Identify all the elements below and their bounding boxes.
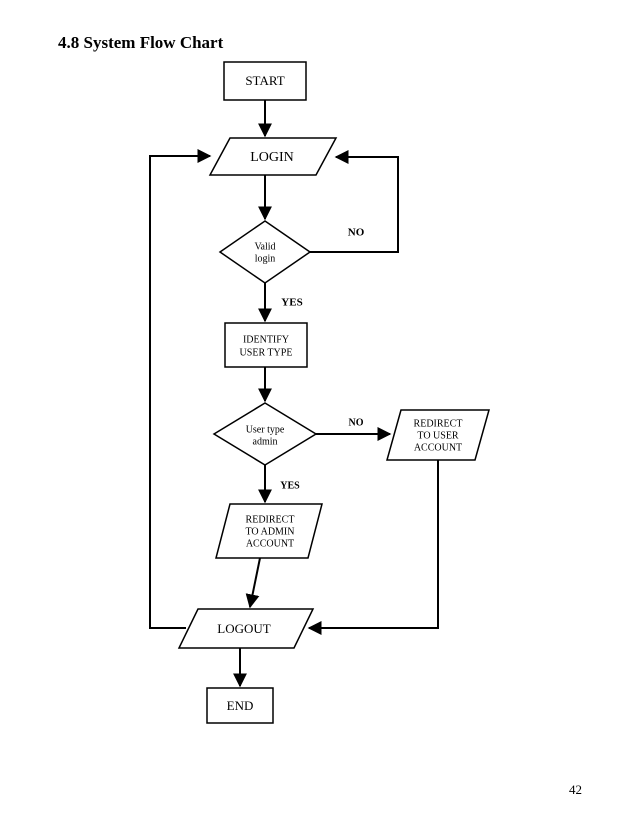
logout-label: LOGOUT [217,621,270,636]
redirect-admin-l3: ACCOUNT [246,538,294,549]
end-label: END [227,698,254,713]
no-label-2: NO [349,417,364,428]
flowchart-svg: START LOGIN Valid login NO YES IDENTIFY … [0,0,638,826]
redirect-user-l2: TO USER [417,430,459,441]
valid-login-l2: login [255,253,276,264]
usertype-l1: User type [246,424,285,435]
edge-redirectuser-logout [309,460,438,628]
login-label: LOGIN [250,150,294,165]
redirect-admin-l1: REDIRECT [246,514,295,525]
start-label: START [245,73,284,88]
yes-label-2: YES [280,480,300,491]
yes-label-1: YES [281,297,302,309]
valid-login-l1: Valid [254,241,275,252]
redirect-user-l1: REDIRECT [414,418,463,429]
edge-logout-login [150,156,210,628]
identify-l1: IDENTIFY [243,334,289,345]
no-label-1: NO [348,227,365,239]
usertype-l2: admin [253,436,278,447]
redirect-admin-l2: TO ADMIN [246,526,295,537]
edge-redirectadmin-logout [250,558,260,607]
identify-l2: USER TYPE [240,347,293,358]
redirect-user-l3: ACCOUNT [414,442,462,453]
